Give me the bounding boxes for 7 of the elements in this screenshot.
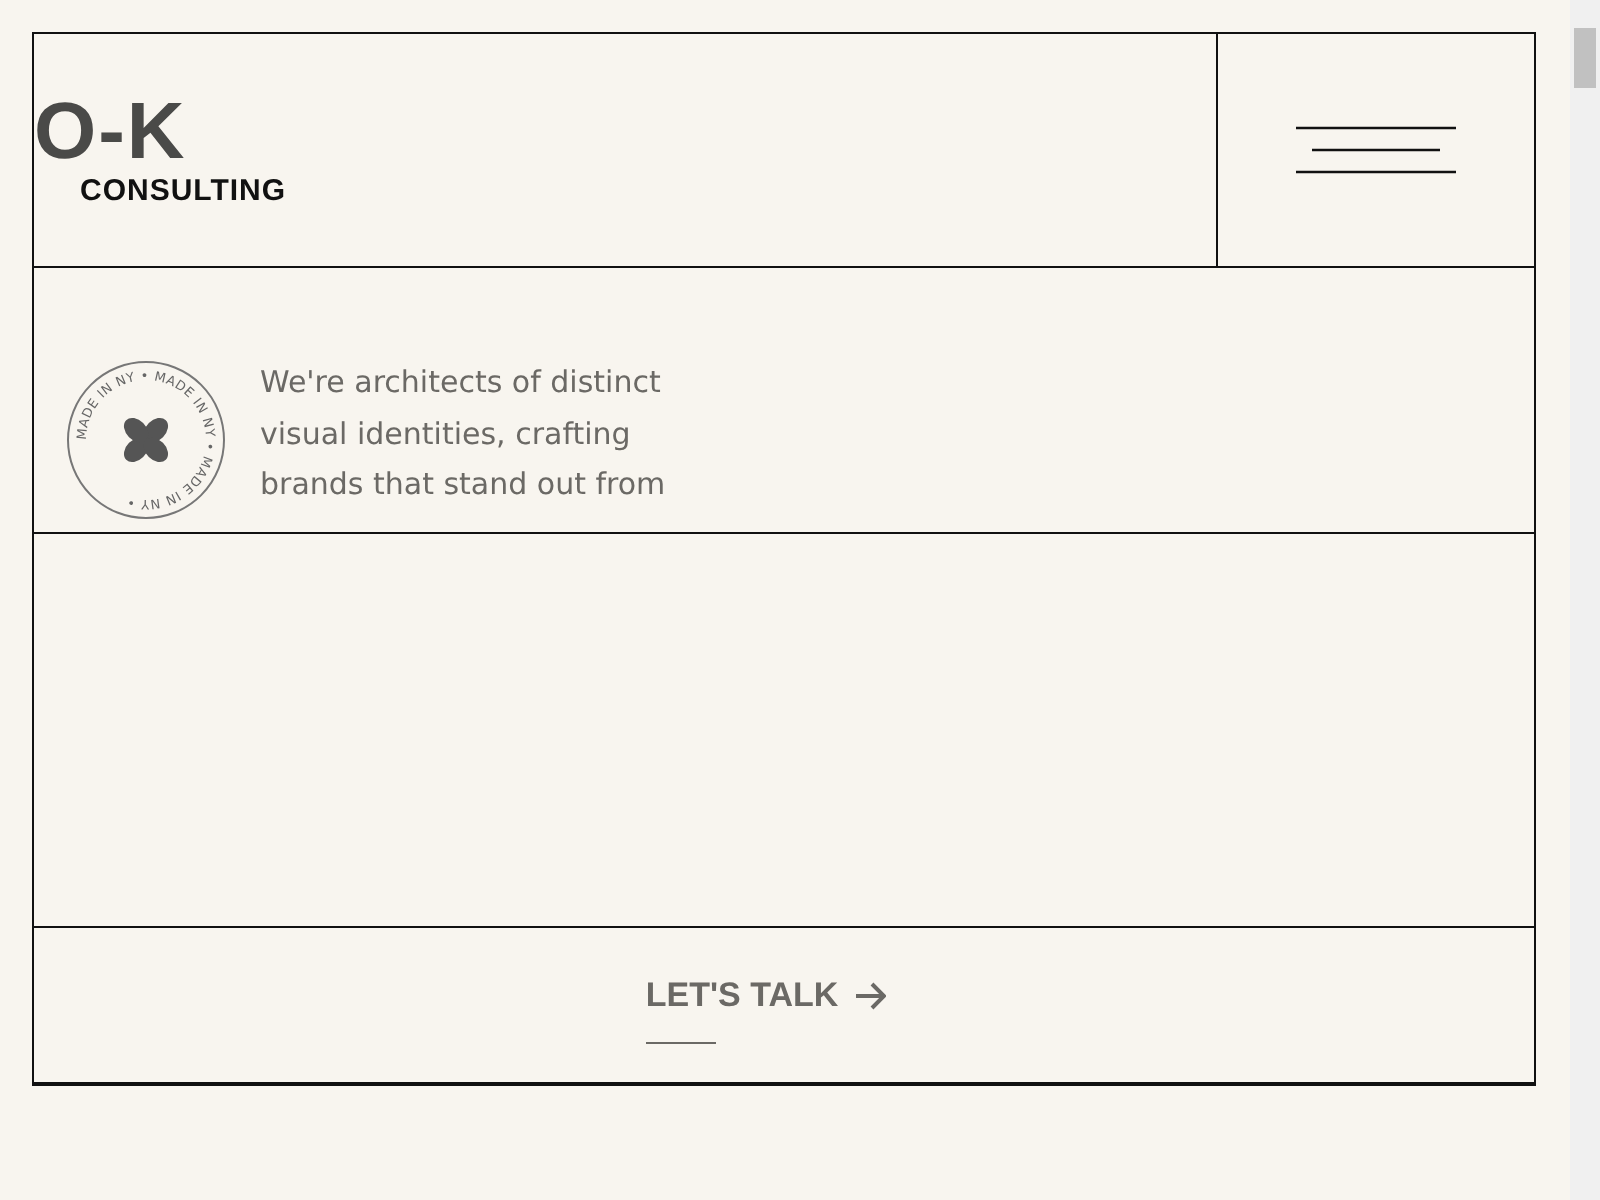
lets-talk-link[interactable]: LET'S TALK	[645, 976, 887, 1044]
intro-text: We're architects of distinct visual identities, crafting brands that stand out from	[260, 362, 668, 506]
logo-subtitle: CONSULTING	[80, 174, 289, 208]
logo-mark[interactable]: O-K	[34, 98, 1216, 166]
menu-icon[interactable]	[1296, 126, 1456, 174]
arrow-right-icon	[854, 982, 887, 1010]
scrollbar[interactable]	[1570, 0, 1600, 1200]
